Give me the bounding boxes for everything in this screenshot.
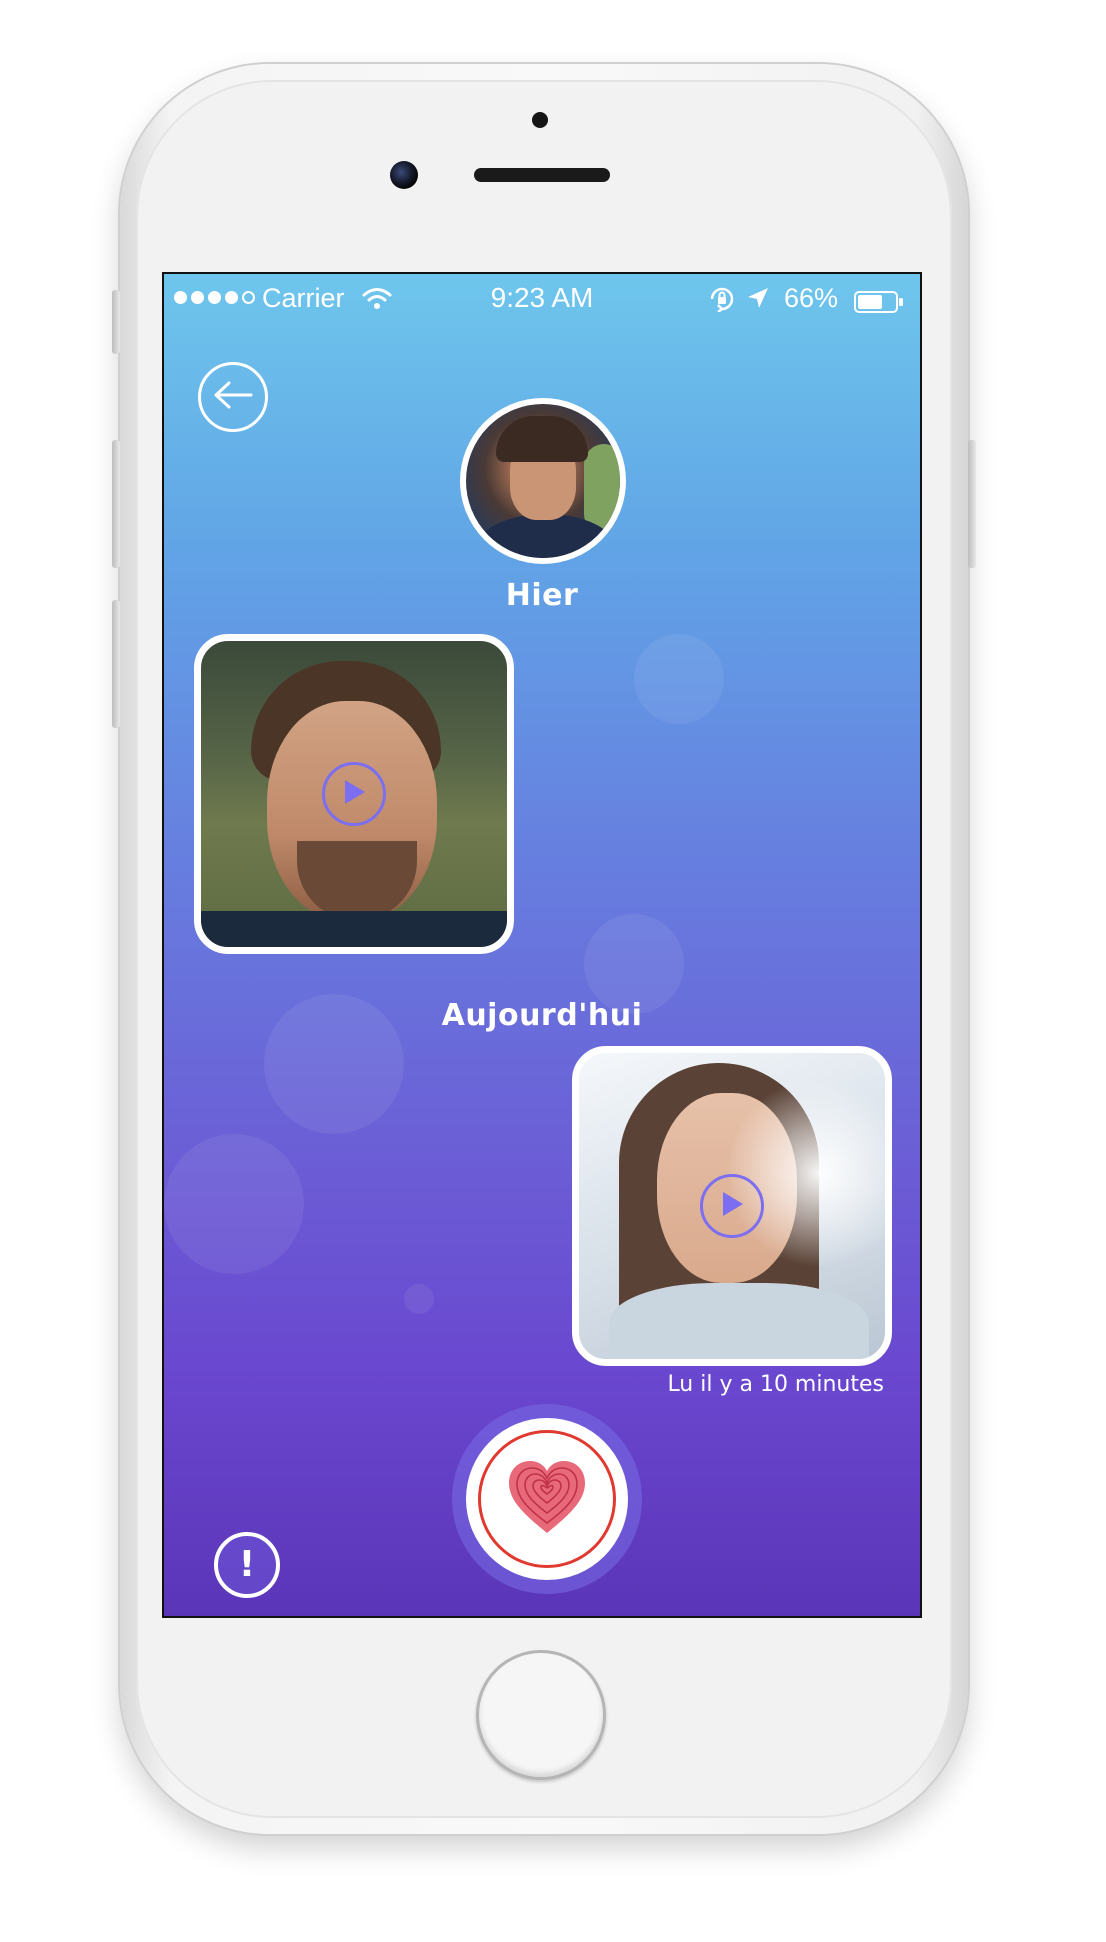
date-separator-yesterday: Hier (505, 578, 579, 613)
battery-icon (854, 289, 904, 320)
bokeh-light (404, 1284, 434, 1314)
volume-down-button (112, 600, 120, 728)
orientation-lock-icon (708, 286, 736, 319)
back-button[interactable] (198, 362, 268, 432)
play-button[interactable] (322, 762, 386, 826)
contact-avatar[interactable] (460, 398, 626, 564)
back-arrow-icon (211, 380, 255, 414)
play-icon (341, 778, 367, 810)
avatar-hair (496, 416, 588, 462)
volume-up-button (112, 440, 120, 568)
exclamation-icon: ! (238, 1544, 256, 1585)
record-button[interactable] (466, 1418, 628, 1580)
app-screen: Carrier 9:23 AM 66% Hier Aujourd'hui Lu … (162, 272, 922, 1618)
home-button[interactable] (476, 1650, 606, 1780)
proximity-sensor (532, 112, 548, 128)
play-button[interactable] (700, 1174, 764, 1238)
earpiece-speaker (474, 168, 610, 182)
status-bar: Carrier 9:23 AM 66% (164, 274, 920, 324)
mute-switch (112, 290, 120, 354)
bokeh-light (634, 634, 724, 724)
date-separator-today: Aujourd'hui (441, 998, 643, 1033)
play-icon (719, 1190, 745, 1222)
location-arrow-icon (746, 286, 770, 317)
read-receipt: Lu il y a 10 minutes (667, 1372, 884, 1397)
record-ring (478, 1430, 616, 1568)
bokeh-light (164, 1134, 304, 1274)
avatar-background-trees (584, 444, 620, 534)
received-video-message[interactable] (194, 634, 514, 954)
sent-video-message[interactable] (572, 1046, 892, 1366)
front-camera (390, 161, 418, 189)
page: Carrier 9:23 AM 66% Hier Aujourd'hui Lu … (0, 0, 1106, 1942)
battery-percentage: 66% (784, 283, 839, 313)
report-button[interactable]: ! (214, 1532, 280, 1598)
power-button (968, 440, 976, 568)
video-person-shirt (609, 1283, 869, 1359)
video-person-shirt (201, 911, 507, 947)
